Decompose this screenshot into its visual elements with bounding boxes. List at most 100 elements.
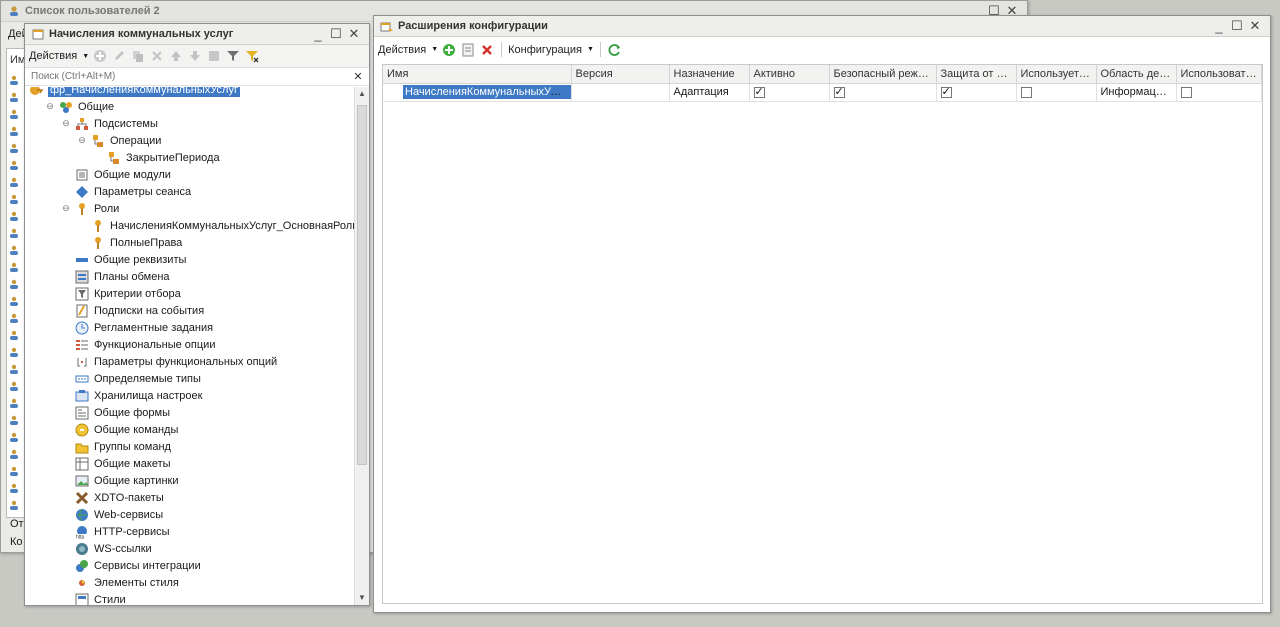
tree-item[interactable]: Элементы стиля — [61, 574, 179, 591]
tree-item[interactable]: ⊖ Общие — [45, 98, 114, 115]
chevron-down-icon[interactable]: ▼ — [587, 46, 594, 53]
tree-item[interactable]: ПолныеПрава — [77, 234, 182, 251]
move-down-icon[interactable] — [187, 48, 203, 64]
cell-purpose[interactable]: Адаптация — [669, 83, 750, 102]
cell-use[interactable] — [1176, 83, 1262, 102]
refresh-icon[interactable] — [607, 42, 623, 58]
use-checkbox[interactable] — [1180, 86, 1192, 98]
tree-item[interactable]: Общие картинки — [61, 472, 179, 489]
add-extension-icon[interactable] — [441, 42, 457, 58]
tree-item[interactable]: Общие модули — [61, 166, 171, 183]
minimize-button[interactable]: _ — [309, 27, 327, 42]
collapse-toggle-icon[interactable]: ⊖ — [61, 118, 71, 129]
scroll-thumb[interactable] — [357, 105, 367, 465]
tree-item[interactable]: Web-сервисы — [61, 506, 163, 523]
cell-protection[interactable] — [936, 83, 1017, 102]
tree-item[interactable]: Общие формы — [61, 404, 170, 421]
cell-version[interactable] — [571, 83, 670, 102]
column-header-active[interactable]: Активно — [749, 65, 830, 84]
actions-menu[interactable]: Действия — [29, 50, 77, 62]
close-button[interactable]: ✕ — [1246, 18, 1264, 34]
cell-safe-mode[interactable] — [829, 83, 937, 102]
scroll-up-icon[interactable]: ▲ — [355, 87, 369, 101]
table-row[interactable]: НачисленияКоммунальныхУслуг Адаптация Ин… — [383, 83, 1262, 102]
chevron-down-icon[interactable]: ▼ — [82, 53, 89, 60]
session-params-icon — [75, 185, 89, 199]
protection-checkbox[interactable] — [940, 85, 952, 98]
tree-item[interactable]: Общие команды — [61, 421, 178, 438]
tree-item[interactable]: Определяемые типы — [61, 370, 201, 387]
tree-item[interactable]: ⊖ Операции — [77, 132, 161, 149]
filter-icon[interactable] — [225, 48, 241, 64]
tree-item[interactable]: http HTTP-сервисы — [61, 523, 170, 540]
save-to-file-icon[interactable] — [460, 42, 476, 58]
column-header-purpose[interactable]: Назначение — [669, 65, 750, 84]
tree-item[interactable]: Планы обмена — [61, 268, 170, 285]
column-header-used[interactable]: Используется ... — [1016, 65, 1097, 84]
delete-icon[interactable] — [149, 48, 165, 64]
tree-item[interactable]: Сервисы интеграции — [61, 557, 201, 574]
filter-clear-icon[interactable] — [244, 48, 260, 64]
cell-scope[interactable]: Информацион... — [1096, 83, 1177, 102]
tree-search-input[interactable] — [29, 70, 351, 83]
active-checkbox[interactable] — [753, 85, 765, 98]
user-row-icon — [9, 381, 19, 391]
add-icon[interactable] — [92, 48, 108, 64]
subsystem-icon — [107, 151, 121, 165]
tree-item[interactable]: НачисленияКоммунальныхУслуг_ОсновнаяРоль — [77, 217, 354, 234]
cell-used[interactable] — [1016, 83, 1097, 102]
cell-name[interactable]: НачисленияКоммунальныхУслуг — [383, 83, 572, 102]
tree-item[interactable]: Общие макеты — [61, 455, 171, 472]
used-checkbox[interactable] — [1020, 86, 1032, 98]
column-header-use[interactable]: Использовать ... — [1176, 65, 1262, 84]
sort-icon[interactable] — [206, 48, 222, 64]
clear-search-icon[interactable]: ✕ — [351, 70, 365, 83]
column-header-name[interactable]: Имя — [383, 65, 572, 84]
users-list-footer-2: Ко — [10, 536, 23, 548]
move-up-icon[interactable] — [168, 48, 184, 64]
cell-active[interactable] — [749, 83, 830, 102]
safe-mode-checkbox[interactable] — [833, 85, 845, 98]
tree-item[interactable]: Регламентные задания — [61, 319, 213, 336]
collapse-toggle-icon[interactable]: ⊖ — [61, 203, 71, 214]
metadata-tree[interactable]: фр_НачисленияКоммунальныхУслуг ⊖ Общие ⊖ Под… — [25, 87, 354, 605]
chevron-down-icon[interactable]: ▼ — [431, 46, 438, 53]
close-button[interactable]: ✕ — [345, 26, 363, 42]
delete-icon[interactable] — [479, 42, 495, 58]
tree-item[interactable]: XDTO-пакеты — [61, 489, 164, 506]
extensions-table[interactable]: Имя Версия Назначение Активно Безопасный… — [382, 64, 1263, 604]
tree-item[interactable]: Группы команд — [61, 438, 171, 455]
tree-item[interactable]: Параметры сеанса — [61, 183, 191, 200]
column-header-safe-mode[interactable]: Безопасный режим, ... — [829, 65, 937, 84]
column-header-protection[interactable]: Защита от опа... — [936, 65, 1017, 84]
maximize-button[interactable]: ☐ — [1228, 18, 1246, 34]
column-header-version[interactable]: Версия — [571, 65, 670, 84]
maximize-button[interactable]: ☐ — [327, 26, 345, 42]
minimize-button[interactable]: _ — [1210, 19, 1228, 34]
tree-item[interactable]: ⊖ Роли — [61, 200, 119, 217]
tree-item[interactable]: фр_НачисленияКоммунальныхУслуг — [29, 87, 240, 98]
column-header-scope[interactable]: Область дейст... — [1096, 65, 1177, 84]
tree-item[interactable]: ЗакрытиеПериода — [93, 149, 220, 166]
tree-item[interactable]: Критерии отбора — [61, 285, 181, 302]
tree-item[interactable]: Общие реквизиты — [61, 251, 186, 268]
tree-item[interactable]: Параметры функциональных опций — [61, 353, 277, 370]
tree-item[interactable]: Стили — [61, 591, 126, 605]
collapse-toggle-icon[interactable]: ⊖ — [45, 101, 55, 112]
tree-item[interactable]: WS-ссылки — [61, 540, 152, 557]
tree-item[interactable]: Функциональные опции — [61, 336, 215, 353]
tree-item[interactable]: ⊖ Подсистемы — [61, 115, 158, 132]
tree-item[interactable]: Подписки на события — [61, 302, 204, 319]
tree-item[interactable]: Хранилища настроек — [61, 387, 202, 404]
collapse-toggle-icon[interactable]: ⊖ — [77, 135, 87, 146]
copy-icon[interactable] — [130, 48, 146, 64]
edit-icon[interactable] — [111, 48, 127, 64]
configuration-menu[interactable]: Конфигурация — [508, 44, 582, 56]
tree-scrollbar[interactable]: ▲ ▼ — [354, 87, 369, 605]
actions-menu[interactable]: Действия — [378, 44, 426, 56]
scroll-down-icon[interactable]: ▼ — [355, 591, 369, 605]
